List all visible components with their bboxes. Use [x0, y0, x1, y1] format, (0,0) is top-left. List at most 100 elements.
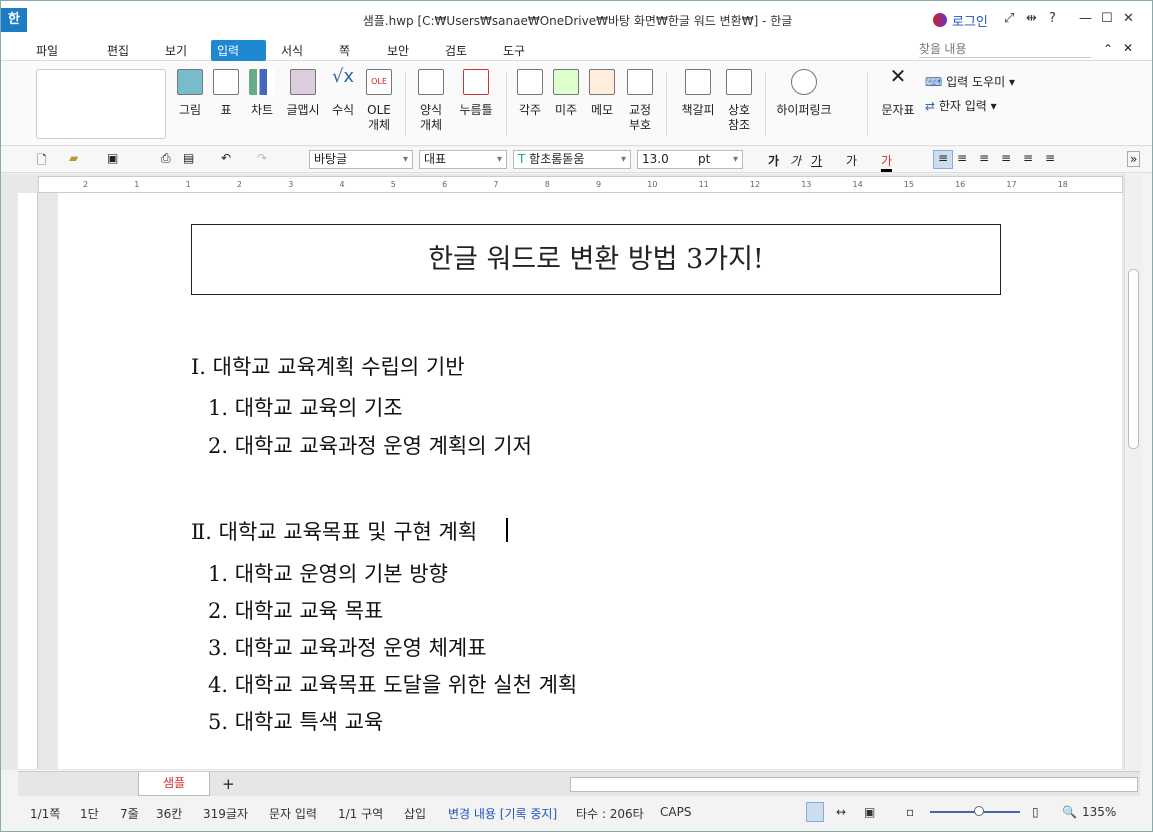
align-center-button[interactable]: ≡: [979, 151, 989, 165]
maximize-button[interactable]: ☐: [1101, 11, 1113, 26]
strike-button[interactable]: 가: [846, 152, 857, 169]
ruler-tick: 5: [390, 180, 396, 189]
vertical-ruler[interactable]: [18, 193, 38, 769]
font-size-input[interactable]: 13.0 pt: [637, 150, 743, 169]
table-button[interactable]: 표: [209, 69, 243, 118]
language-select[interactable]: 대표: [419, 150, 507, 169]
zoom-out-button[interactable]: ▫: [906, 805, 914, 819]
ruler-tick: 10: [647, 180, 658, 189]
vertical-scrollbar[interactable]: [1124, 174, 1142, 770]
hyperlink-button[interactable]: 하이퍼링크: [773, 69, 835, 118]
zoom-slider-thumb[interactable]: [974, 806, 984, 816]
equation-button[interactable]: √x 수식: [325, 68, 361, 118]
list-item: 4. 대학교 교육목표 도달을 위한 실천 계획: [208, 673, 578, 697]
ruler-tick: 6: [442, 180, 448, 189]
picture-button[interactable]: 그림: [173, 69, 207, 118]
tab-sample[interactable]: 샘플: [138, 772, 210, 796]
save-icon[interactable]: ▣: [107, 151, 118, 165]
zoom-icon[interactable]: 🔍: [1062, 805, 1077, 819]
proofread-button[interactable]: 교정 부호: [623, 69, 657, 133]
full-view-button[interactable]: ▣: [864, 805, 875, 819]
menu-insert[interactable]: 입력: [211, 40, 266, 61]
distribute-button[interactable]: ≡: [1023, 151, 1033, 165]
form-object-button[interactable]: 양식 개체: [413, 69, 449, 133]
horizontal-scrollbar[interactable]: [570, 777, 1138, 792]
collapse-ribbon-icon[interactable]: ⌃: [1103, 42, 1113, 56]
status-insert[interactable]: 삽입: [404, 805, 426, 822]
help-button[interactable]: ?: [1049, 11, 1056, 26]
login-button[interactable]: 로그인: [952, 11, 988, 30]
width-view-button[interactable]: ↔: [836, 805, 846, 819]
menu-edit[interactable]: 편집: [101, 40, 135, 61]
style-select[interactable]: 바탕글: [309, 150, 413, 169]
underline-button[interactable]: 가: [811, 152, 822, 169]
print-icon[interactable]: ⎙: [161, 151, 171, 166]
cross-reference-button[interactable]: 상호 참조: [723, 69, 755, 133]
ruler-tick: 16: [955, 180, 966, 189]
menu-page[interactable]: 쪽: [333, 40, 356, 61]
fullscreen-icon[interactable]: ⤢: [1004, 11, 1014, 26]
footnote-button[interactable]: 각주: [515, 69, 545, 118]
symbol-button[interactable]: ✕ 문자표: [877, 66, 919, 118]
open-icon[interactable]: ▰: [69, 151, 78, 165]
section-heading: Ⅰ. 대학교 교육계획 수립의 기반: [191, 355, 465, 379]
menu-format[interactable]: 서식: [275, 40, 309, 61]
new-doc-icon[interactable]: 🗋: [37, 151, 47, 172]
divider: [765, 71, 766, 137]
memo-button[interactable]: 메모: [587, 69, 617, 118]
menu-review[interactable]: 검토: [439, 40, 473, 61]
chart-icon: [249, 69, 275, 95]
value: 바탕글: [314, 152, 348, 166]
shapes-gallery[interactable]: [36, 69, 166, 139]
menu-security[interactable]: 보안: [381, 40, 415, 61]
bold-button[interactable]: 가: [768, 152, 779, 169]
align-left-button[interactable]: ≡: [957, 151, 967, 165]
italic-button[interactable]: 가: [790, 152, 801, 169]
align-right-button[interactable]: ≡: [1001, 151, 1011, 165]
scroll-thumb[interactable]: [1128, 269, 1139, 449]
status-track-changes[interactable]: 변경 내용 [기록 중지]: [448, 805, 557, 822]
page-view-button[interactable]: [806, 802, 824, 822]
ruler-tick: 7: [493, 180, 499, 189]
list-item: 5. 대학교 특색 교육: [208, 710, 384, 734]
menu-tools[interactable]: 도구: [497, 40, 531, 61]
list-item: 3. 대학교 교육과정 운영 체계표: [208, 636, 487, 660]
hanja-input-button[interactable]: ⇄ 한자 입력 ▾: [925, 97, 997, 114]
ole-button[interactable]: OLE OLE 개체: [363, 69, 395, 133]
align-justify-button[interactable]: ≡: [933, 150, 953, 169]
horizontal-ruler[interactable]: 2 1 1 2 3 4 5 6 7 8 9 10 11 12 13 14 15 16 17 18: [38, 176, 1123, 193]
redo-icon[interactable]: ↷: [257, 151, 267, 165]
split-icon[interactable]: ⇹: [1026, 11, 1037, 26]
zoom-in-button[interactable]: ▯: [1032, 805, 1039, 819]
divider: [666, 71, 667, 137]
list-item: 1. 대학교 교육의 기조: [208, 396, 403, 420]
chart-button[interactable]: 차트: [245, 69, 279, 118]
bookmark-button[interactable]: 책갈피: [677, 69, 719, 118]
field-button[interactable]: 누름틀: [455, 69, 497, 118]
find-input[interactable]: [919, 40, 1091, 58]
menu-file[interactable]: 파일: [30, 40, 64, 61]
wordart-button[interactable]: 글맵시: [283, 69, 323, 118]
font-color-button[interactable]: 가: [881, 152, 893, 172]
status-bar: 1/1쪽 1단 7줄 36칸 319글자 문자 입력 1/1 구역 삽입 변경 …: [18, 798, 1140, 826]
label: 입력 도우미: [946, 75, 1006, 89]
minimize-button[interactable]: —: [1079, 11, 1092, 26]
memo-icon: [589, 69, 615, 95]
zoom-slider[interactable]: [930, 806, 1020, 816]
font-select[interactable]: T 함초롬돋움: [513, 150, 631, 169]
input-helper-button[interactable]: ⌨ 입력 도우미 ▾: [925, 73, 1015, 90]
add-tab-button[interactable]: +: [222, 775, 235, 793]
preview-icon[interactable]: ▤: [183, 151, 194, 165]
menu-view[interactable]: 보기: [159, 40, 193, 61]
zoom-level[interactable]: 135%: [1082, 805, 1116, 819]
undo-icon[interactable]: ↶: [221, 151, 231, 165]
value: 13.0: [642, 152, 669, 166]
status-keystrokes: 타수 : 206타: [576, 807, 644, 821]
endnote-button[interactable]: 미주: [551, 69, 581, 118]
close-doc-icon[interactable]: ✕: [1123, 41, 1133, 55]
close-button[interactable]: ✕: [1123, 11, 1134, 26]
status-chars: 319글자: [203, 807, 248, 821]
status-input-mode[interactable]: 문자 입력: [269, 805, 317, 822]
split-align-button[interactable]: ≡: [1045, 151, 1055, 165]
expand-toolbar-button[interactable]: »: [1127, 151, 1141, 167]
